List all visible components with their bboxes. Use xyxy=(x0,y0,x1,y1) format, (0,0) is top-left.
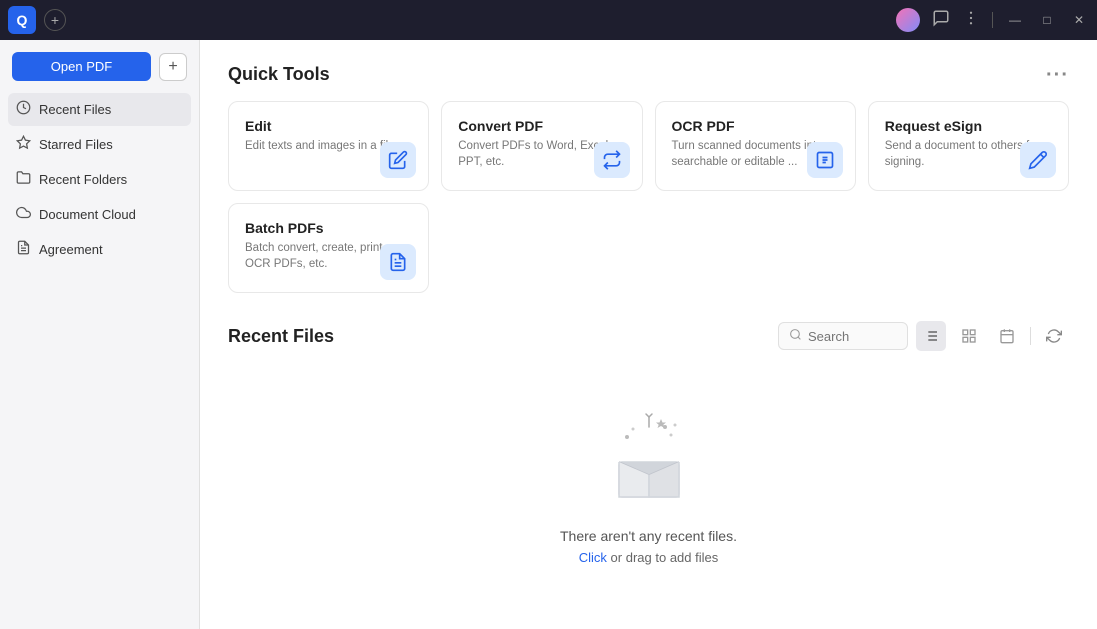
calendar-view-button[interactable] xyxy=(992,321,1022,351)
quick-tools-section-header: Quick Tools ··· xyxy=(228,64,1069,85)
refresh-button[interactable] xyxy=(1039,321,1069,351)
tool-card-edit[interactable]: Edit Edit texts and images in a file. xyxy=(228,101,429,191)
sidebar-item-label: Document Cloud xyxy=(39,207,136,222)
tools-grid: Edit Edit texts and images in a file. Co… xyxy=(228,101,1069,293)
chat-icon[interactable] xyxy=(932,9,950,32)
quick-tools-title: Quick Tools xyxy=(228,64,330,85)
user-avatar[interactable] xyxy=(896,8,920,32)
tool-title: OCR PDF xyxy=(672,118,839,134)
add-tab-button[interactable]: + xyxy=(44,9,66,31)
sidebar-item-label: Starred Files xyxy=(39,137,113,152)
empty-state-action: Click or drag to add files xyxy=(579,550,718,565)
close-button[interactable]: ✕ xyxy=(1069,13,1089,27)
sidebar-nav: Recent Files Starred Files Recent Folder… xyxy=(0,93,199,266)
more-options-icon[interactable] xyxy=(962,9,980,32)
app-body: Open PDF + Recent Files Starred Files xyxy=(0,40,1097,629)
tool-title: Edit xyxy=(245,118,412,134)
empty-state-message: There aren't any recent files. xyxy=(560,528,737,544)
sidebar-item-label: Recent Folders xyxy=(39,172,127,187)
app-logo: Q xyxy=(8,6,36,34)
recent-folders-icon xyxy=(16,170,31,189)
quick-tools-more-button[interactable]: ··· xyxy=(1046,65,1069,85)
minimize-button[interactable]: — xyxy=(1005,13,1025,27)
tool-card-batch-pdfs[interactable]: Batch PDFs Batch convert, create, print,… xyxy=(228,203,429,293)
recent-files-title: Recent Files xyxy=(228,326,334,347)
agreement-icon xyxy=(16,240,31,259)
tool-icon-wrap xyxy=(380,244,416,280)
batch-icon xyxy=(380,244,416,280)
view-controls-separator xyxy=(1030,327,1031,345)
tool-card-ocr-pdf[interactable]: OCR PDF Turn scanned documents into sear… xyxy=(655,101,856,191)
starred-files-icon xyxy=(16,135,31,154)
tool-title: Batch PDFs xyxy=(245,220,412,236)
edit-icon xyxy=(380,142,416,178)
ocr-icon xyxy=(807,142,843,178)
search-icon xyxy=(789,328,802,344)
titlebar-controls: — □ ✕ xyxy=(896,8,1089,32)
sidebar-item-starred-files[interactable]: Starred Files xyxy=(8,128,191,161)
list-view-button[interactable] xyxy=(916,321,946,351)
sidebar-item-recent-files[interactable]: Recent Files xyxy=(8,93,191,126)
document-cloud-icon xyxy=(16,205,31,224)
sidebar-top: Open PDF + xyxy=(0,52,199,93)
maximize-button[interactable]: □ xyxy=(1037,13,1057,27)
recent-files-icon xyxy=(16,100,31,119)
tool-title: Request eSign xyxy=(885,118,1052,134)
sidebar-item-recent-folders[interactable]: Recent Folders xyxy=(8,163,191,196)
tool-icon-wrap xyxy=(807,142,843,178)
empty-state-end-text: to add files xyxy=(655,550,718,565)
sidebar-item-document-cloud[interactable]: Document Cloud xyxy=(8,198,191,231)
sidebar-item-agreement[interactable]: Agreement xyxy=(8,233,191,266)
esign-icon xyxy=(1020,142,1056,178)
tool-icon-wrap xyxy=(1020,142,1056,178)
empty-state-middle-text: or drag xyxy=(607,550,655,565)
tool-title: Convert PDF xyxy=(458,118,625,134)
empty-state: There aren't any recent files. Click or … xyxy=(228,367,1069,605)
titlebar-separator xyxy=(992,12,993,28)
search-box[interactable] xyxy=(778,322,908,350)
open-pdf-button[interactable]: Open PDF xyxy=(12,52,151,81)
grid-view-button[interactable] xyxy=(954,321,984,351)
sidebar-add-button[interactable]: + xyxy=(159,53,187,81)
empty-state-click-link[interactable]: Click xyxy=(579,550,607,565)
tool-card-request-esign[interactable]: Request eSign Send a document to others … xyxy=(868,101,1069,191)
search-input[interactable] xyxy=(808,329,897,344)
tool-icon-wrap xyxy=(594,142,630,178)
empty-state-illustration xyxy=(599,407,699,512)
titlebar: Q + — □ ✕ xyxy=(0,0,1097,40)
main-content: Quick Tools ··· Edit Edit texts and imag… xyxy=(200,40,1097,629)
sidebar-item-label: Recent Files xyxy=(39,102,111,117)
convert-icon xyxy=(594,142,630,178)
recent-files-header: Recent Files xyxy=(228,321,1069,351)
recent-files-controls xyxy=(778,321,1069,351)
sidebar: Open PDF + Recent Files Starred Files xyxy=(0,40,200,629)
sidebar-item-label: Agreement xyxy=(39,242,103,257)
tool-icon-wrap xyxy=(380,142,416,178)
tool-card-convert-pdf[interactable]: Convert PDF Convert PDFs to Word, Excel,… xyxy=(441,101,642,191)
